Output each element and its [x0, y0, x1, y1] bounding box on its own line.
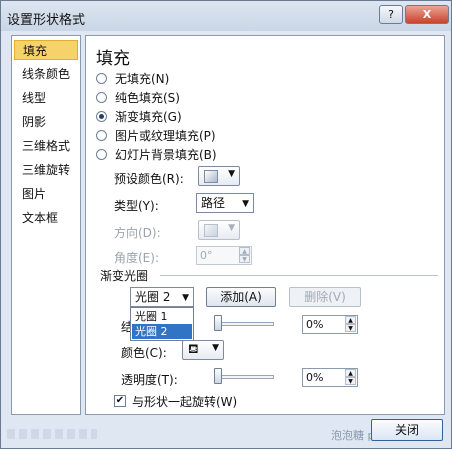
- chevron-down-icon: ▼: [228, 169, 235, 179]
- nav-item-line-color[interactable]: 线条颜色: [14, 64, 78, 84]
- chevron-down-icon: ▼: [242, 199, 249, 209]
- preset-swatch: [204, 170, 218, 183]
- spin-up-icon[interactable]: ▲: [345, 369, 356, 377]
- radio-gradient-fill[interactable]: [96, 111, 107, 122]
- add-stop-button[interactable]: 添加(A): [206, 287, 276, 307]
- nav-item-3d-rotation[interactable]: 三维旋转: [14, 160, 78, 180]
- paint-bucket-icon: ⛾: [188, 342, 199, 357]
- angle-value: 0°: [200, 249, 213, 262]
- radio-no-fill-label[interactable]: 无填充(N): [115, 70, 169, 87]
- angle-label: 角度(E):: [114, 251, 159, 265]
- spin-up-icon[interactable]: ▲: [345, 316, 356, 324]
- title-bar[interactable]: 设置形状格式 ? X: [1, 1, 451, 31]
- close-window-button[interactable]: X: [405, 5, 449, 24]
- transparency-value: 0%: [306, 371, 324, 384]
- gradient-stops-label: 渐变光圈: [100, 269, 149, 283]
- radio-background-fill[interactable]: [96, 149, 107, 160]
- radio-background-fill-label[interactable]: 幻灯片背景填充(B): [115, 146, 217, 163]
- chevron-down-icon: ▼: [182, 293, 189, 303]
- color-button[interactable]: ⛾ ▼: [182, 340, 224, 360]
- transparency-spinner[interactable]: 0% ▲ ▼: [302, 368, 358, 387]
- direction-swatch: [204, 224, 218, 237]
- radio-solid-fill[interactable]: [96, 92, 107, 103]
- stop-dropdown-list: 光圈 1 光圈 2: [130, 307, 194, 341]
- radio-no-fill[interactable]: [96, 73, 107, 84]
- stop-option[interactable]: 光圈 2: [132, 324, 192, 339]
- panel-heading: 填充: [96, 49, 130, 69]
- type-select[interactable]: 路径 ▼: [196, 193, 254, 213]
- stop-select[interactable]: 光圈 2 ▼: [130, 287, 194, 307]
- close-button[interactable]: 关闭: [371, 419, 443, 441]
- radio-gradient-fill-label[interactable]: 渐变填充(G): [115, 108, 182, 125]
- position-value: 0%: [306, 318, 324, 331]
- preset-colors-label: 预设颜色(R):: [114, 172, 184, 186]
- chevron-down-icon: ▼: [228, 223, 235, 233]
- radio-solid-fill-label[interactable]: 纯色填充(S): [115, 89, 180, 106]
- direction-label: 方向(D):: [114, 226, 161, 240]
- transparency-label: 透明度(T):: [121, 373, 178, 387]
- spin-down-icon[interactable]: ▼: [239, 255, 250, 263]
- transparency-slider-thumb[interactable]: [214, 368, 222, 384]
- dialog-title: 设置形状格式: [7, 13, 86, 28]
- preset-colors-button[interactable]: ▼: [198, 166, 240, 186]
- stop-select-value: 光圈 2: [135, 290, 171, 304]
- radio-picture-fill-label[interactable]: 图片或纹理填充(P): [115, 127, 216, 144]
- fill-panel: 填充 无填充(N) 纯色填充(S) 渐变填充(G) 图片或纹理填充(P) 幻灯片…: [85, 35, 445, 415]
- category-nav: 填充 线条颜色 线型 阴影 三维格式 三维旋转 图片 文本框: [11, 35, 81, 415]
- spin-up-icon[interactable]: ▲: [239, 247, 250, 255]
- chevron-down-icon: ▼: [212, 343, 219, 353]
- help-button[interactable]: ?: [379, 5, 403, 24]
- position-slider-track[interactable]: [216, 322, 274, 326]
- nav-item-picture[interactable]: 图片: [14, 184, 78, 204]
- type-select-value: 路径: [201, 196, 226, 210]
- format-shape-dialog: 设置形状格式 ? X 填充 线条颜色 线型 阴影 三维格式 三维旋转 图片 文本…: [0, 0, 452, 449]
- nav-item-shadow[interactable]: 阴影: [14, 112, 78, 132]
- nav-item-line-style[interactable]: 线型: [14, 88, 78, 108]
- direction-button[interactable]: ▼: [198, 220, 240, 240]
- spin-down-icon[interactable]: ▼: [345, 324, 356, 332]
- position-spinner[interactable]: 0% ▲ ▼: [302, 315, 358, 334]
- type-label: 类型(Y):: [114, 199, 159, 213]
- spin-down-icon[interactable]: ▼: [345, 377, 356, 385]
- color-label: 颜色(C):: [121, 346, 167, 360]
- nav-item-text-box[interactable]: 文本框: [14, 208, 78, 228]
- nav-item-fill[interactable]: 填充: [14, 40, 78, 60]
- section-divider: [160, 275, 438, 276]
- rotate-with-shape-checkbox[interactable]: ✔: [114, 395, 126, 407]
- rotate-with-shape-label[interactable]: 与形状一起旋转(W): [132, 393, 237, 410]
- transparency-slider-track[interactable]: [216, 375, 274, 379]
- nav-item-3d-format[interactable]: 三维格式: [14, 136, 78, 156]
- blurred-area: [7, 429, 97, 439]
- remove-stop-button[interactable]: 删除(V): [289, 287, 361, 307]
- radio-picture-fill[interactable]: [96, 130, 107, 141]
- position-slider-thumb[interactable]: [214, 315, 222, 331]
- angle-spinner[interactable]: 0° ▲ ▼: [196, 246, 252, 265]
- stop-option[interactable]: 光圈 1: [132, 309, 192, 324]
